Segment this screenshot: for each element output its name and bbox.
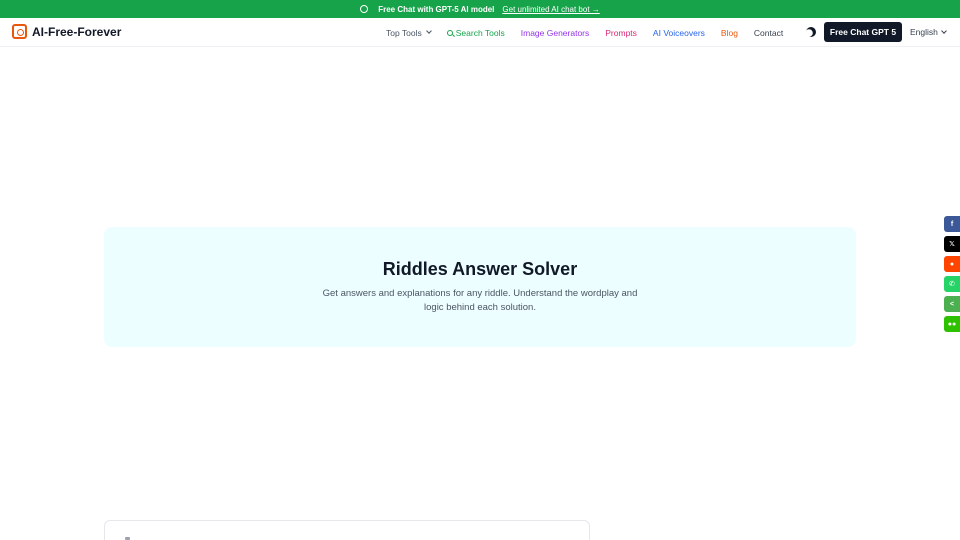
page-description: Get answers and explanations for any rid… <box>322 288 638 313</box>
sharethis-icon[interactable]: < <box>944 296 960 312</box>
free-chat-button[interactable]: Free Chat GPT 5 <box>824 22 902 42</box>
nav-search-tools[interactable]: Search Tools <box>446 27 505 38</box>
page-title: Riddles Answer Solver <box>382 259 578 279</box>
top-navigation: AI-Free-Forever Top Tools Search Tools I… <box>0 18 960 47</box>
announcement-bar: Free Chat with GPT-5 AI model Get unlimi… <box>0 0 960 18</box>
chevron-down-icon <box>425 28 432 34</box>
facebook-icon[interactable]: f <box>944 216 960 232</box>
brand-name: AI-Free-Forever <box>32 24 122 39</box>
language-label: English <box>910 27 938 37</box>
nav-blog[interactable]: Blog <box>721 28 738 38</box>
wechat-icon[interactable]: ●● <box>944 316 960 332</box>
chevron-down-icon <box>941 27 947 34</box>
reddit-icon[interactable]: ● <box>944 256 960 272</box>
nav-top-tools-label: Top Tools <box>386 27 422 38</box>
search-icon <box>446 29 453 36</box>
announcement-link[interactable]: Get unlimited AI chat bot → <box>502 5 599 14</box>
nav-top-tools[interactable]: Top Tools <box>386 27 432 38</box>
logo[interactable]: AI-Free-Forever <box>12 24 121 39</box>
tool-card <box>104 520 590 540</box>
nav-contact[interactable]: Contact <box>754 28 783 38</box>
dark-mode-toggle-icon[interactable] <box>806 27 816 37</box>
chat-bubble-icon <box>360 5 369 13</box>
nav-links: Top Tools Search Tools Image Generators … <box>386 18 783 47</box>
logo-icon <box>12 24 27 39</box>
social-share-bar: f 𝕏 ● ✆ < ●● <box>944 216 960 332</box>
nav-prompts[interactable]: Prompts <box>605 28 637 38</box>
x-twitter-icon[interactable]: 𝕏 <box>944 236 960 252</box>
whatsapp-icon[interactable]: ✆ <box>944 276 960 292</box>
nav-image-generators[interactable]: Image Generators <box>521 28 590 38</box>
nav-ai-voiceovers[interactable]: AI Voiceovers <box>653 28 705 38</box>
nav-search-tools-label: Search Tools <box>455 27 505 38</box>
announcement-text: Free Chat with GPT-5 AI model <box>378 4 495 14</box>
hero-section: Riddles Answer Solver Get answers and ex… <box>104 227 856 347</box>
language-selector[interactable]: English <box>910 27 947 37</box>
